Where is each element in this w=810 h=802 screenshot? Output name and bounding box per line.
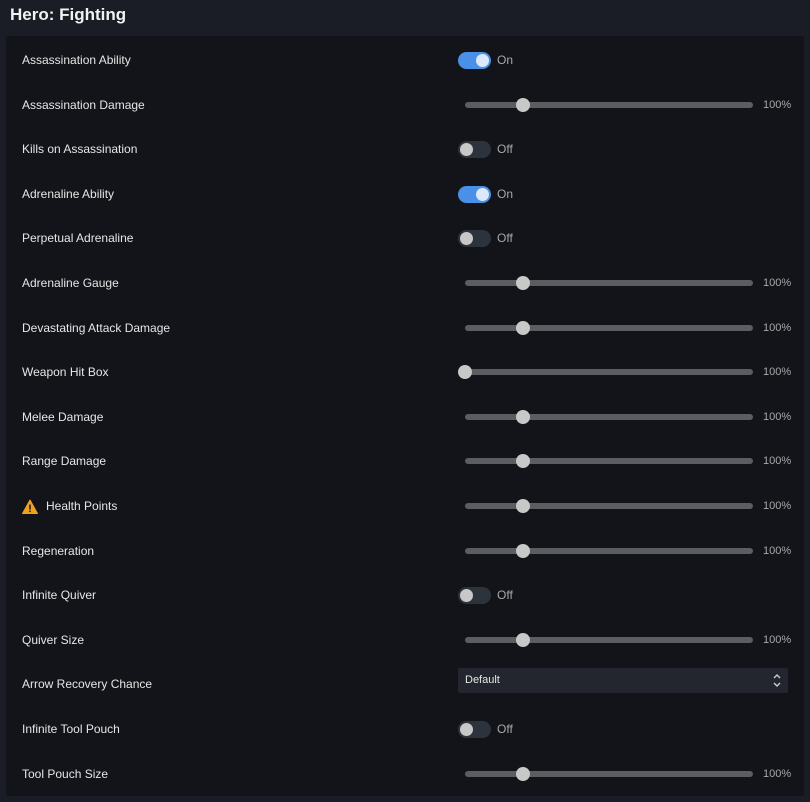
slider-value: 100% [763,277,792,289]
setting-row-health-points: Health Points 100% [6,484,804,528]
setting-row-kills-on-assassination: Kills on Assassination Off [6,127,804,171]
setting-row-range-damage: Range Damage 100% [6,439,804,483]
toggle-assassination-ability[interactable] [458,52,491,69]
toggle-knob [476,54,489,67]
toggle-state: Off [497,588,513,603]
setting-row-quiver-size: Quiver Size 100% [6,618,804,662]
toggle-knob [460,232,473,246]
toggle-kills-on-assassination[interactable] [458,141,491,159]
setting-label: Perpetual Adrenaline [22,231,134,246]
slider-value: 100% [763,767,792,780]
setting-label: Infinite Quiver [22,588,97,603]
select-value: Default [465,674,500,687]
setting-label: Infinite Tool Pouch [22,722,120,736]
slider-weapon-hit-box[interactable] [458,365,753,380]
toggle-adrenaline-ability[interactable] [458,185,491,203]
slider-thumb[interactable] [515,320,530,335]
slider-thumb[interactable] [515,97,530,112]
page-title: Hero: Fighting [10,5,127,24]
setting-label: Range Damage [22,454,107,469]
setting-label: Melee Damage [22,409,104,424]
slider-thumb[interactable] [458,365,472,380]
setting-label: Adrenaline Ability [22,186,115,201]
toggle-state: Off [497,722,513,736]
select-arrow-recovery-chance[interactable]: Default [458,668,788,694]
slider-value: 100% [763,321,792,334]
toggle-knob [460,723,473,736]
slider-tool-pouch-size[interactable] [465,766,753,781]
slider-thumb[interactable] [515,543,530,558]
warning-icon [22,499,38,514]
toggle-state: On [497,186,514,201]
toggle-infinite-quiver[interactable] [458,587,491,605]
setting-label: Tool Pouch Size [22,766,109,781]
toggle-knob [476,187,489,201]
setting-label: Arrow Recovery Chance [22,677,153,692]
slider-thumb[interactable] [515,499,530,513]
setting-label: Kills on Assassination [22,142,138,157]
slider-value: 100% [763,633,792,646]
setting-row-infinite-tool-pouch: Infinite Tool Pouch Off [6,707,804,751]
slider-devastating-attack-damage[interactable] [465,320,753,335]
setting-label: Adrenaline Gauge [22,276,119,290]
setting-row-arrow-recovery-chance: Arrow Recovery Chance Default [6,662,804,706]
setting-row-devastating-attack-damage: Devastating Attack Damage 100% [6,306,804,350]
slider-thumb[interactable] [515,454,530,469]
slider-value: 100% [763,455,792,468]
slider-thumb[interactable] [515,632,530,647]
setting-label: Assassination Damage [22,97,145,112]
toggle-state: Off [497,231,513,246]
slider-thumb[interactable] [515,409,530,424]
slider-health-points[interactable] [465,499,753,513]
setting-row-adrenaline-gauge: Adrenaline Gauge 100% [6,261,804,305]
setting-row-assassination-damage: Assassination Damage 100% [6,83,804,127]
setting-row-perpetual-adrenaline: Perpetual Adrenaline Off [6,216,804,260]
setting-row-assassination-ability: Assassination Ability On [6,38,804,82]
setting-label: Devastating Attack Damage [22,320,171,335]
slider-value: 100% [763,98,792,111]
slider-melee-damage[interactable] [465,409,753,424]
setting-label: Assassination Ability [22,53,131,67]
setting-row-adrenaline-ability: Adrenaline Ability On [6,172,804,216]
slider-regeneration[interactable] [465,543,753,558]
toggle-knob [460,589,473,603]
toggle-infinite-tool-pouch[interactable] [458,721,491,738]
slider-value: 100% [763,500,792,512]
chevron-up-down-icon [773,674,781,688]
toggle-knob [460,143,473,157]
toggle-perpetual-adrenaline[interactable] [458,230,491,248]
setting-row-melee-damage: Melee Damage 100% [6,395,804,439]
toggle-state: Off [497,142,513,157]
setting-row-tool-pouch-size: Tool Pouch Size 100% [6,752,804,796]
slider-thumb[interactable] [515,766,530,781]
setting-row-infinite-quiver: Infinite Quiver Off [6,573,804,617]
setting-label: Regeneration [22,543,95,558]
slider-value: 100% [763,544,792,557]
slider-value: 100% [763,366,792,379]
setting-label: Health Points [22,484,117,528]
slider-adrenaline-gauge[interactable] [465,276,753,290]
slider-quiver-size[interactable] [465,632,753,647]
toggle-state: On [497,53,514,67]
slider-range-damage[interactable] [465,454,753,469]
setting-row-regeneration: Regeneration 100% [6,529,804,573]
setting-row-weapon-hit-box: Weapon Hit Box 100% [6,350,804,394]
slider-thumb[interactable] [515,276,530,290]
setting-label: Quiver Size [22,632,85,647]
settings-panel: Assassination Ability On Assassination Dam… [6,36,804,796]
setting-label: Weapon Hit Box [22,365,109,380]
slider-assassination-damage[interactable] [465,97,753,112]
slider-value: 100% [763,410,792,423]
